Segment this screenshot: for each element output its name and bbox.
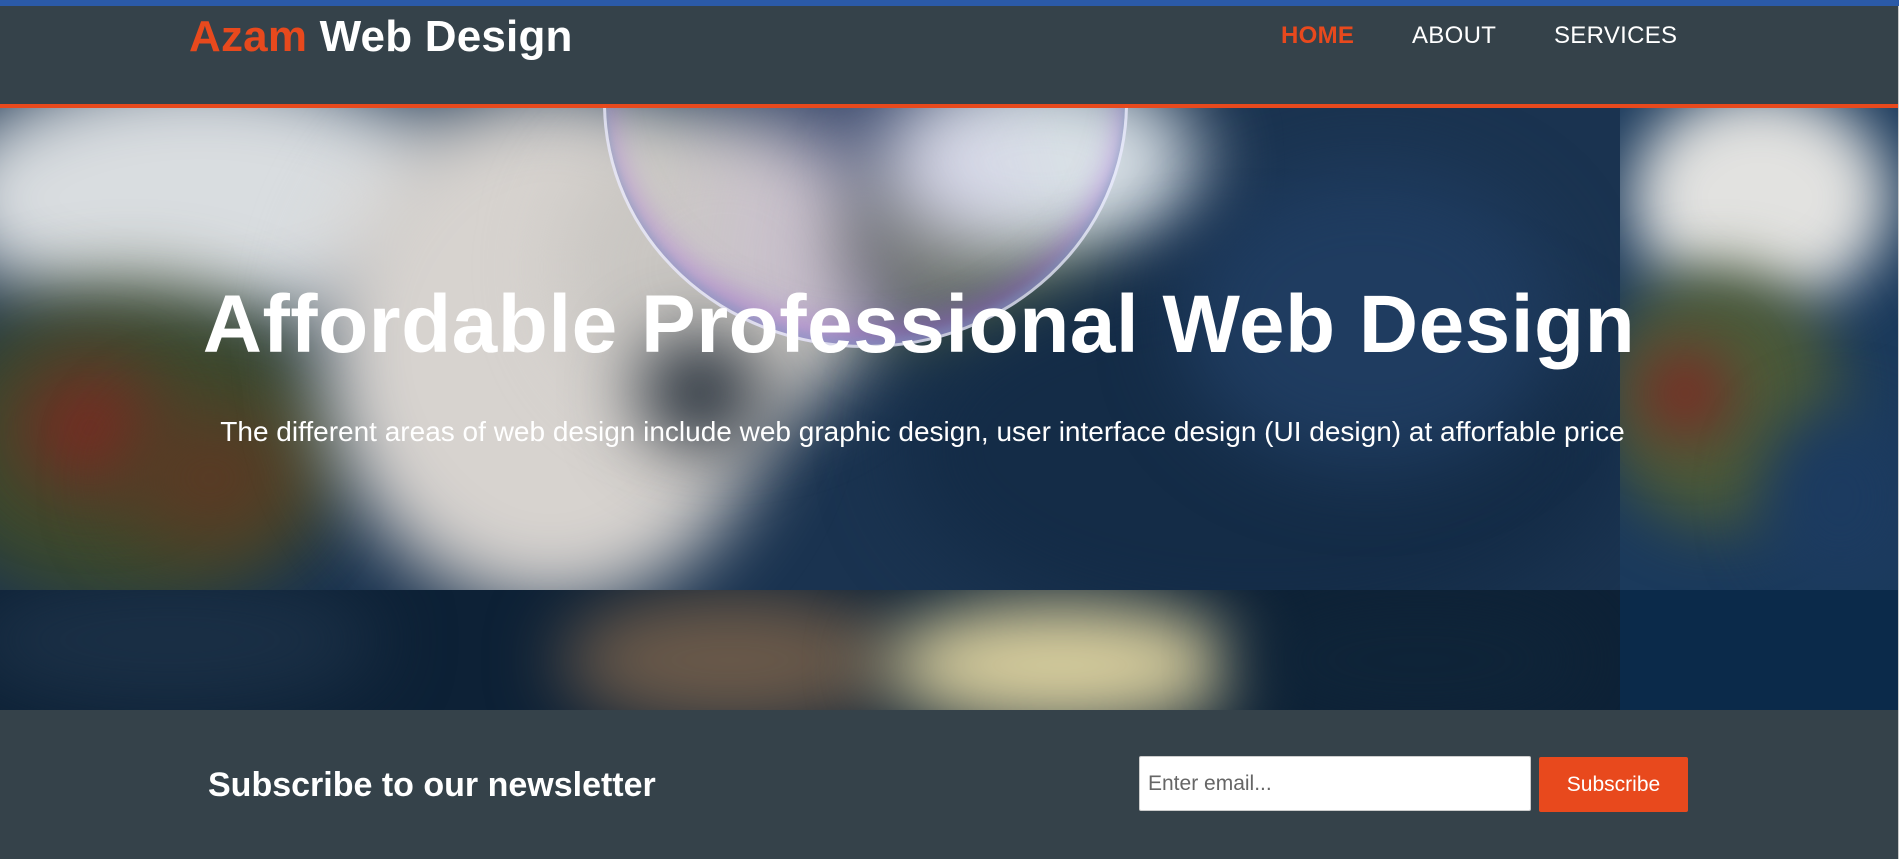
- newsletter-section: Subscribe to our newsletter Subscribe: [0, 710, 1898, 859]
- hero-title-text: Affordable Professional Web Design: [202, 279, 1636, 370]
- showcase-hero: Affordable Professional Web Design The d…: [0, 108, 1898, 710]
- nav-about-link[interactable]: ABOUT: [1412, 22, 1496, 50]
- hero-background-lower-tile: [1620, 590, 1898, 710]
- nav-home-link[interactable]: HOME: [1281, 22, 1354, 50]
- email-input[interactable]: [1139, 756, 1531, 811]
- hero-title: Affordable Professional Web Design: [0, 278, 1898, 372]
- main-nav: HOME ABOUT SERVICES: [0, 22, 1898, 62]
- hero-description-text: The different areas of web design includ…: [220, 416, 1625, 447]
- newsletter-heading: Subscribe to our newsletter: [208, 766, 656, 804]
- site-header: Azam Web Design HOME ABOUT SERVICES: [0, 6, 1898, 108]
- hero-background-lower-band: [0, 590, 1898, 710]
- nav-services-link[interactable]: SERVICES: [1554, 22, 1677, 50]
- subscribe-button[interactable]: Subscribe: [1539, 757, 1688, 812]
- hero-description: The different areas of web design includ…: [0, 416, 1898, 448]
- page: Azam Web Design HOME ABOUT SERVICES Affo…: [0, 0, 1898, 859]
